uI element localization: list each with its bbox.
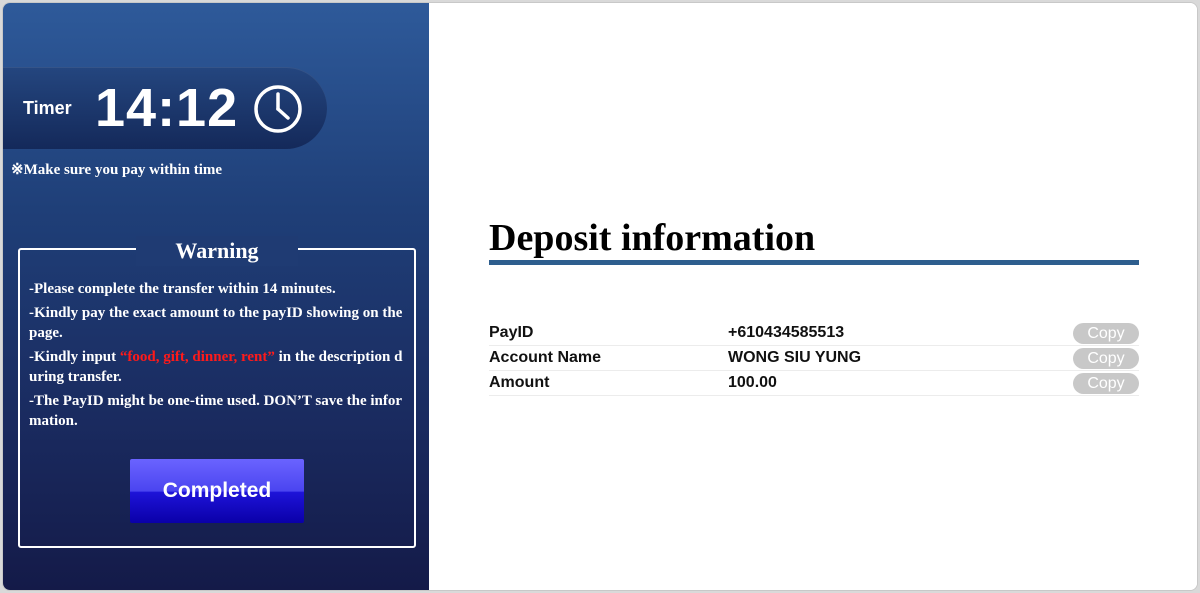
timer-countdown: 14:12 — [95, 78, 239, 138]
warning-line-payid: -The PayID might be one-time used. DON’T… — [29, 392, 403, 430]
deposit-title: Deposit information — [489, 217, 816, 259]
payid-label: PayID — [489, 324, 534, 341]
title-underline — [489, 260, 1139, 265]
row-amount: Amount 100.00 Copy — [489, 371, 1139, 396]
account-name-label: Account Name — [489, 349, 602, 366]
row-account-name: Account Name WONG SIU YUNG Copy — [489, 346, 1139, 371]
warning-line-time: -Please complete the transfer within 14 … — [29, 281, 336, 297]
warning-line-amount: -Kindly pay the exact amount to the payI… — [29, 304, 403, 342]
payid-value: +610434585513 — [728, 324, 845, 341]
copy-account-name-button[interactable]: Copy — [1073, 348, 1139, 369]
copy-amount-button[interactable]: Copy — [1073, 373, 1139, 394]
warning-line-description: -Kindly input “food, gift, dinner, rent”… — [29, 347, 407, 388]
deposit-panel: Deposit information PayID +610434585513 … — [429, 3, 1197, 590]
clock-icon — [254, 85, 302, 133]
amount-value: 100.00 — [728, 374, 777, 391]
warning-text: -Please complete the transfer within 14 … — [29, 279, 407, 435]
warning-keywords: “food, gift, dinner, rent” — [119, 348, 275, 365]
deposit-info-table: PayID +610434585513 Copy Account Name WO… — [489, 321, 1139, 396]
warning-line-description-start: -Kindly input — [29, 348, 120, 365]
warning-title: Warning — [136, 236, 298, 266]
copy-payid-button[interactable]: Copy — [1073, 323, 1139, 344]
time-note: ※Make sure you pay within time — [11, 162, 223, 178]
row-payid: PayID +610434585513 Copy — [489, 321, 1139, 346]
account-name-value: WONG SIU YUNG — [728, 349, 862, 366]
amount-label: Amount — [489, 374, 550, 391]
completed-button[interactable]: Completed — [130, 459, 304, 523]
timer-label: Timer — [23, 98, 72, 118]
payment-window: Timer 14:12 ※Make sure you pay within ti… — [2, 2, 1198, 591]
timer-panel: Timer 14:12 ※Make sure you pay within ti… — [3, 3, 429, 590]
